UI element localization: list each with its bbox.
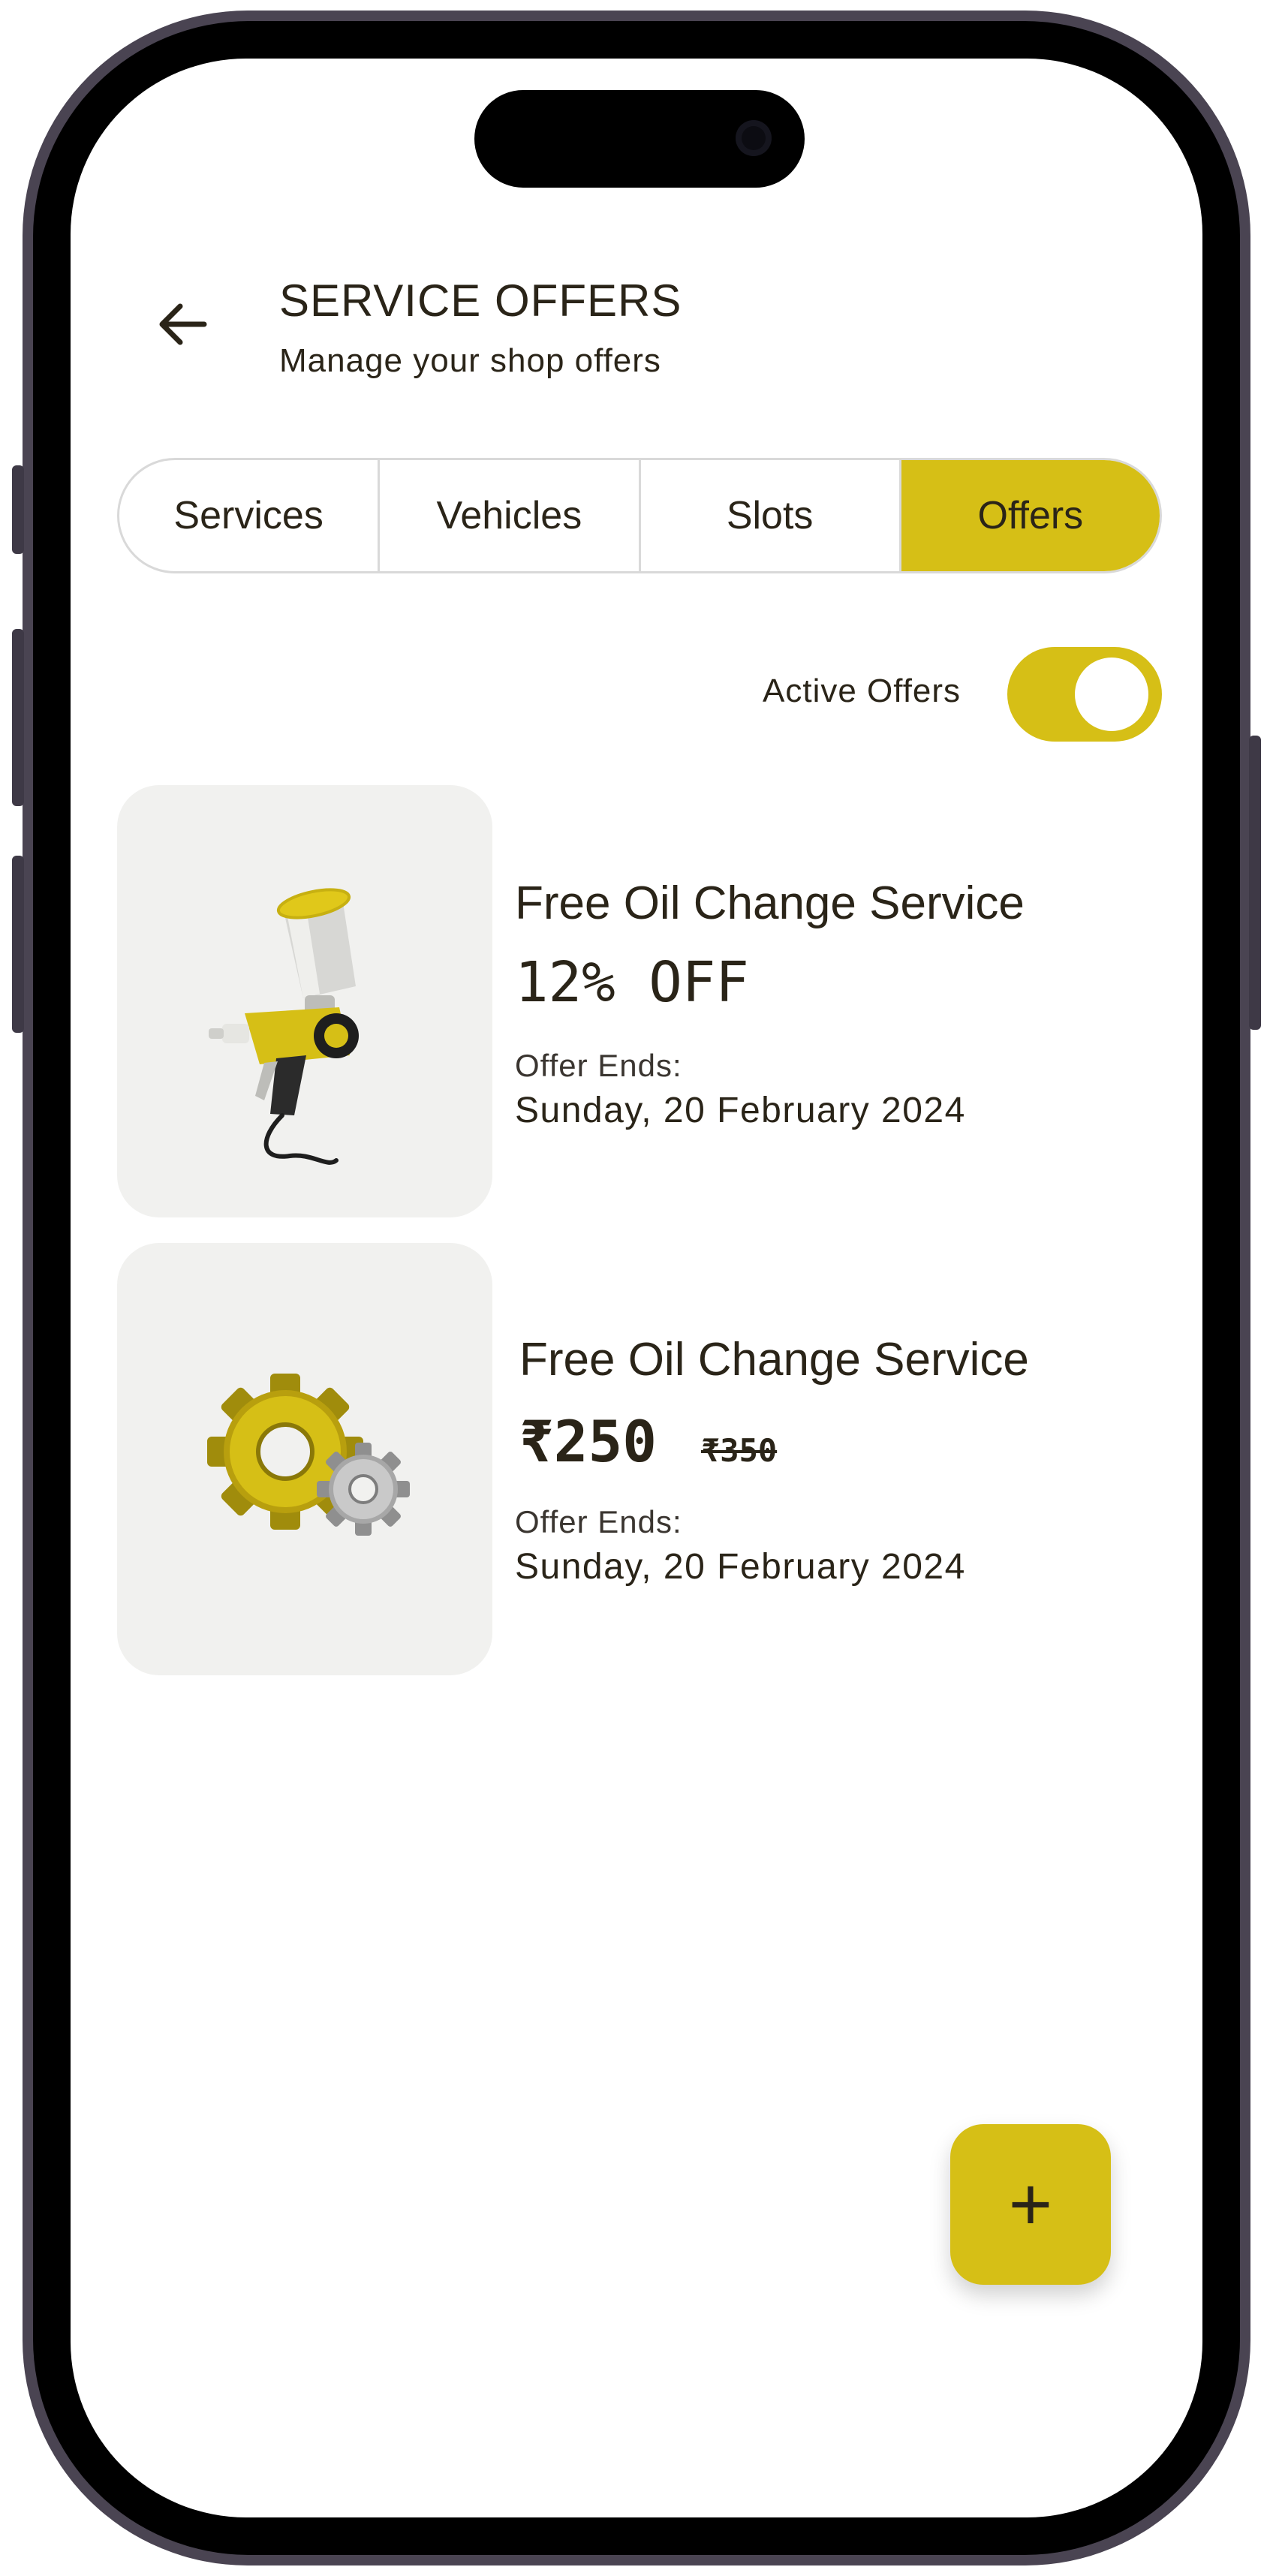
offer-ends-date: Sunday, 20 February 2024 <box>515 1547 966 1587</box>
offer-discount: 12% OFF <box>515 950 749 1015</box>
offer-title: Free Oil Change Service <box>519 1334 1029 1386</box>
offer-ends-label: Offer Ends: <box>515 1048 682 1083</box>
plus-icon: + <box>1008 2162 1053 2246</box>
tab-offers[interactable]: Offers <box>901 460 1160 571</box>
side-button-volume-down <box>12 856 24 1033</box>
side-button-volume-up <box>12 629 24 806</box>
add-offer-button[interactable]: + <box>950 2124 1111 2285</box>
side-button-action <box>12 465 24 554</box>
segmented-tabs: Services Vehicles Slots Offers <box>117 458 1162 573</box>
toggle-knob[interactable] <box>1075 658 1148 731</box>
tab-slots[interactable]: Slots <box>641 460 901 571</box>
page-subtitle: Manage your shop offers <box>279 342 661 379</box>
gears-icon <box>207 1374 410 1536</box>
arrow-left-icon <box>159 303 207 345</box>
offer-ends-date: Sunday, 20 February 2024 <box>515 1091 966 1130</box>
side-button-power <box>1249 736 1261 1030</box>
offer-old-price: ₹350 <box>701 1432 778 1469</box>
camera-icon <box>736 120 772 156</box>
tab-services[interactable]: Services <box>119 460 381 571</box>
tab-vehicles[interactable]: Vehicles <box>380 460 641 571</box>
offer-title: Free Oil Change Service <box>515 877 1025 929</box>
page-title: SERVICE OFFERS <box>279 275 682 326</box>
spray-gun-icon <box>209 888 359 1165</box>
back-button[interactable] <box>156 297 210 351</box>
offer-image <box>117 1243 492 1675</box>
offer-image <box>117 785 492 1217</box>
active-offers-label: Active Offers <box>763 673 962 709</box>
offer-price: ₹250 <box>519 1408 658 1475</box>
offer-ends-label: Offer Ends: <box>515 1504 682 1539</box>
